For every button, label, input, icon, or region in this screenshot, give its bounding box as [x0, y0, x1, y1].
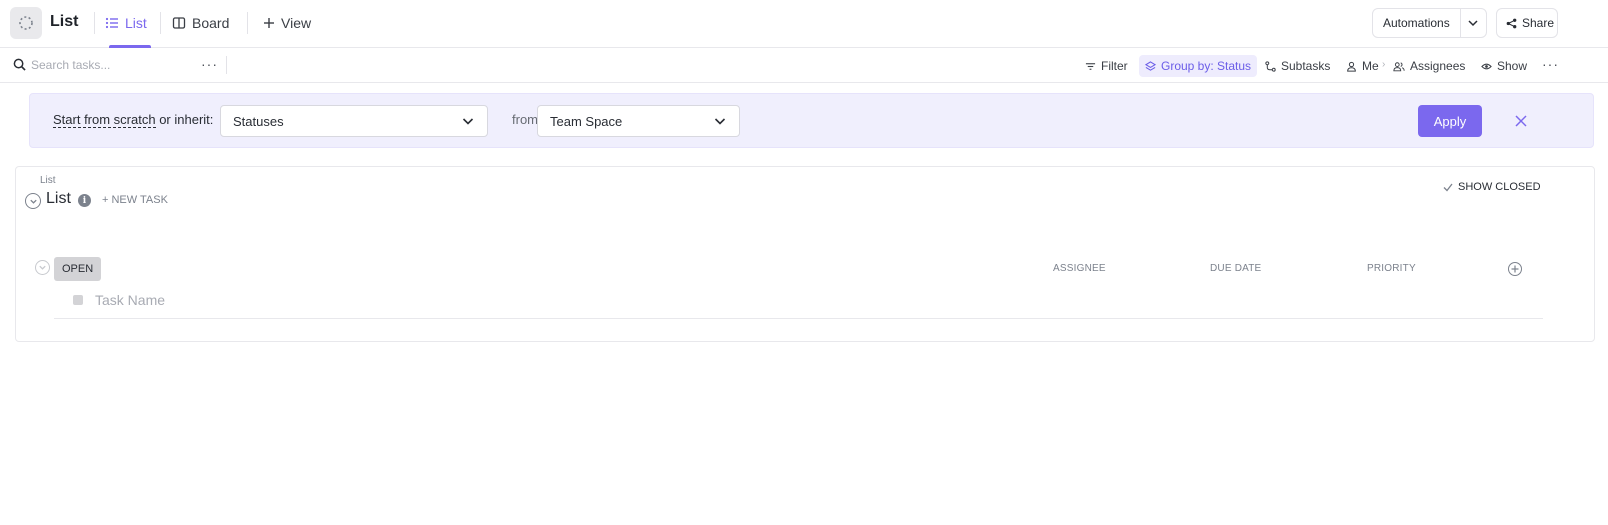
users-icon: [1393, 61, 1405, 71]
page-title: List: [50, 13, 79, 30]
layers-icon: [1145, 60, 1156, 71]
tab-list-label: List: [125, 15, 147, 31]
toolbar: ··· Filter Group by: Status Subtasks Me …: [0, 48, 1608, 83]
show-label: Show: [1497, 59, 1528, 73]
chevron-down-icon: [462, 118, 474, 125]
divider: [247, 12, 248, 34]
chevron-down-icon: [29, 199, 37, 204]
statuses-select-value: Statuses: [233, 113, 284, 129]
header-bar: List List Board View Automations Share: [0, 0, 1608, 48]
add-view-button[interactable]: View: [263, 13, 311, 33]
statuses-select[interactable]: Statuses: [220, 105, 488, 137]
eye-icon: [1481, 63, 1492, 69]
apply-button[interactable]: Apply: [1418, 105, 1482, 137]
chevron-right-icon: ›: [1382, 59, 1386, 70]
assignees-label: Assignees: [1410, 59, 1466, 73]
search-icon: [13, 58, 26, 71]
new-task-button[interactable]: + NEW TASK: [102, 194, 168, 206]
space-select[interactable]: Team Space: [537, 105, 740, 137]
list-icon-button[interactable]: [10, 7, 42, 39]
start-from-scratch-link[interactable]: Start from scratch: [53, 112, 156, 128]
chevron-down-icon: [39, 265, 46, 270]
automations-button[interactable]: Automations: [1372, 8, 1487, 38]
inherit-statuses-banner: Start from scratch or inherit: Statuses …: [29, 93, 1594, 148]
add-column-button[interactable]: [1508, 262, 1522, 276]
me-button[interactable]: Me: [1346, 55, 1379, 77]
subtasks-icon: [1265, 60, 1276, 72]
me-label: Me: [1362, 59, 1379, 73]
filter-button[interactable]: Filter: [1085, 55, 1128, 77]
new-task-row[interactable]: Task Name: [54, 283, 1543, 319]
tab-board[interactable]: Board: [172, 13, 229, 33]
task-status-checkbox[interactable]: [73, 295, 83, 305]
plus-icon: [264, 18, 274, 28]
show-closed-label: SHOW CLOSED: [1458, 181, 1541, 193]
list-card: List List i + NEW TASK SHOW CLOSED OPEN …: [15, 166, 1595, 342]
search-input[interactable]: [31, 56, 191, 74]
filter-icon: [1085, 62, 1096, 70]
close-banner-button[interactable]: [1511, 111, 1531, 131]
column-header-priority[interactable]: PRIORITY: [1367, 263, 1416, 274]
column-header-assignee[interactable]: ASSIGNEE: [1053, 263, 1106, 274]
tab-list[interactable]: List: [105, 13, 147, 33]
check-icon: [1443, 183, 1453, 192]
subtasks-button[interactable]: Subtasks: [1265, 55, 1330, 77]
tab-board-label: Board: [192, 15, 230, 31]
group-by-button[interactable]: Group by: Status: [1139, 55, 1258, 77]
search-options-icon[interactable]: ···: [201, 56, 218, 72]
space-select-value: Team Space: [550, 113, 623, 129]
show-closed-button[interactable]: SHOW CLOSED: [1443, 181, 1541, 193]
column-header-due-date[interactable]: DUE DATE: [1210, 263, 1261, 274]
info-icon[interactable]: i: [78, 194, 91, 207]
list-icon: [105, 17, 118, 29]
automations-label[interactable]: Automations: [1373, 9, 1461, 37]
collapse-list-button[interactable]: [25, 193, 41, 209]
plus-icon: [1511, 265, 1519, 273]
user-icon: [1347, 61, 1356, 72]
group-by-label: Group by: Status: [1161, 59, 1252, 73]
automations-dropdown[interactable]: [1461, 9, 1486, 37]
filter-label: Filter: [1101, 59, 1128, 73]
assignees-button[interactable]: Assignees: [1393, 55, 1465, 77]
chevron-down-icon: [714, 118, 726, 125]
divider: [160, 12, 161, 34]
inherit-label: Start from scratch or inherit:: [53, 112, 214, 128]
close-icon: [1515, 115, 1527, 127]
board-icon: [172, 17, 186, 29]
status-badge[interactable]: OPEN: [54, 257, 102, 281]
breadcrumb[interactable]: List: [40, 175, 56, 186]
divider: [226, 56, 227, 74]
task-name-input[interactable]: Task Name: [95, 292, 165, 308]
add-view-label: View: [281, 15, 312, 31]
dotted-circle-icon: [19, 16, 33, 30]
divider: [94, 12, 95, 34]
inherit-label-suffix: or inherit:: [155, 112, 214, 127]
subtasks-label: Subtasks: [1281, 59, 1331, 73]
share-button[interactable]: Share: [1496, 8, 1558, 38]
more-options-icon[interactable]: ···: [1542, 56, 1559, 72]
collapse-group-button[interactable]: [35, 260, 50, 275]
from-label: from: [512, 112, 538, 127]
show-button[interactable]: Show: [1481, 55, 1527, 77]
share-icon: [1506, 18, 1517, 28]
chevron-down-icon: [1468, 20, 1478, 27]
list-title: List: [46, 190, 71, 207]
share-label: Share: [1522, 16, 1555, 30]
